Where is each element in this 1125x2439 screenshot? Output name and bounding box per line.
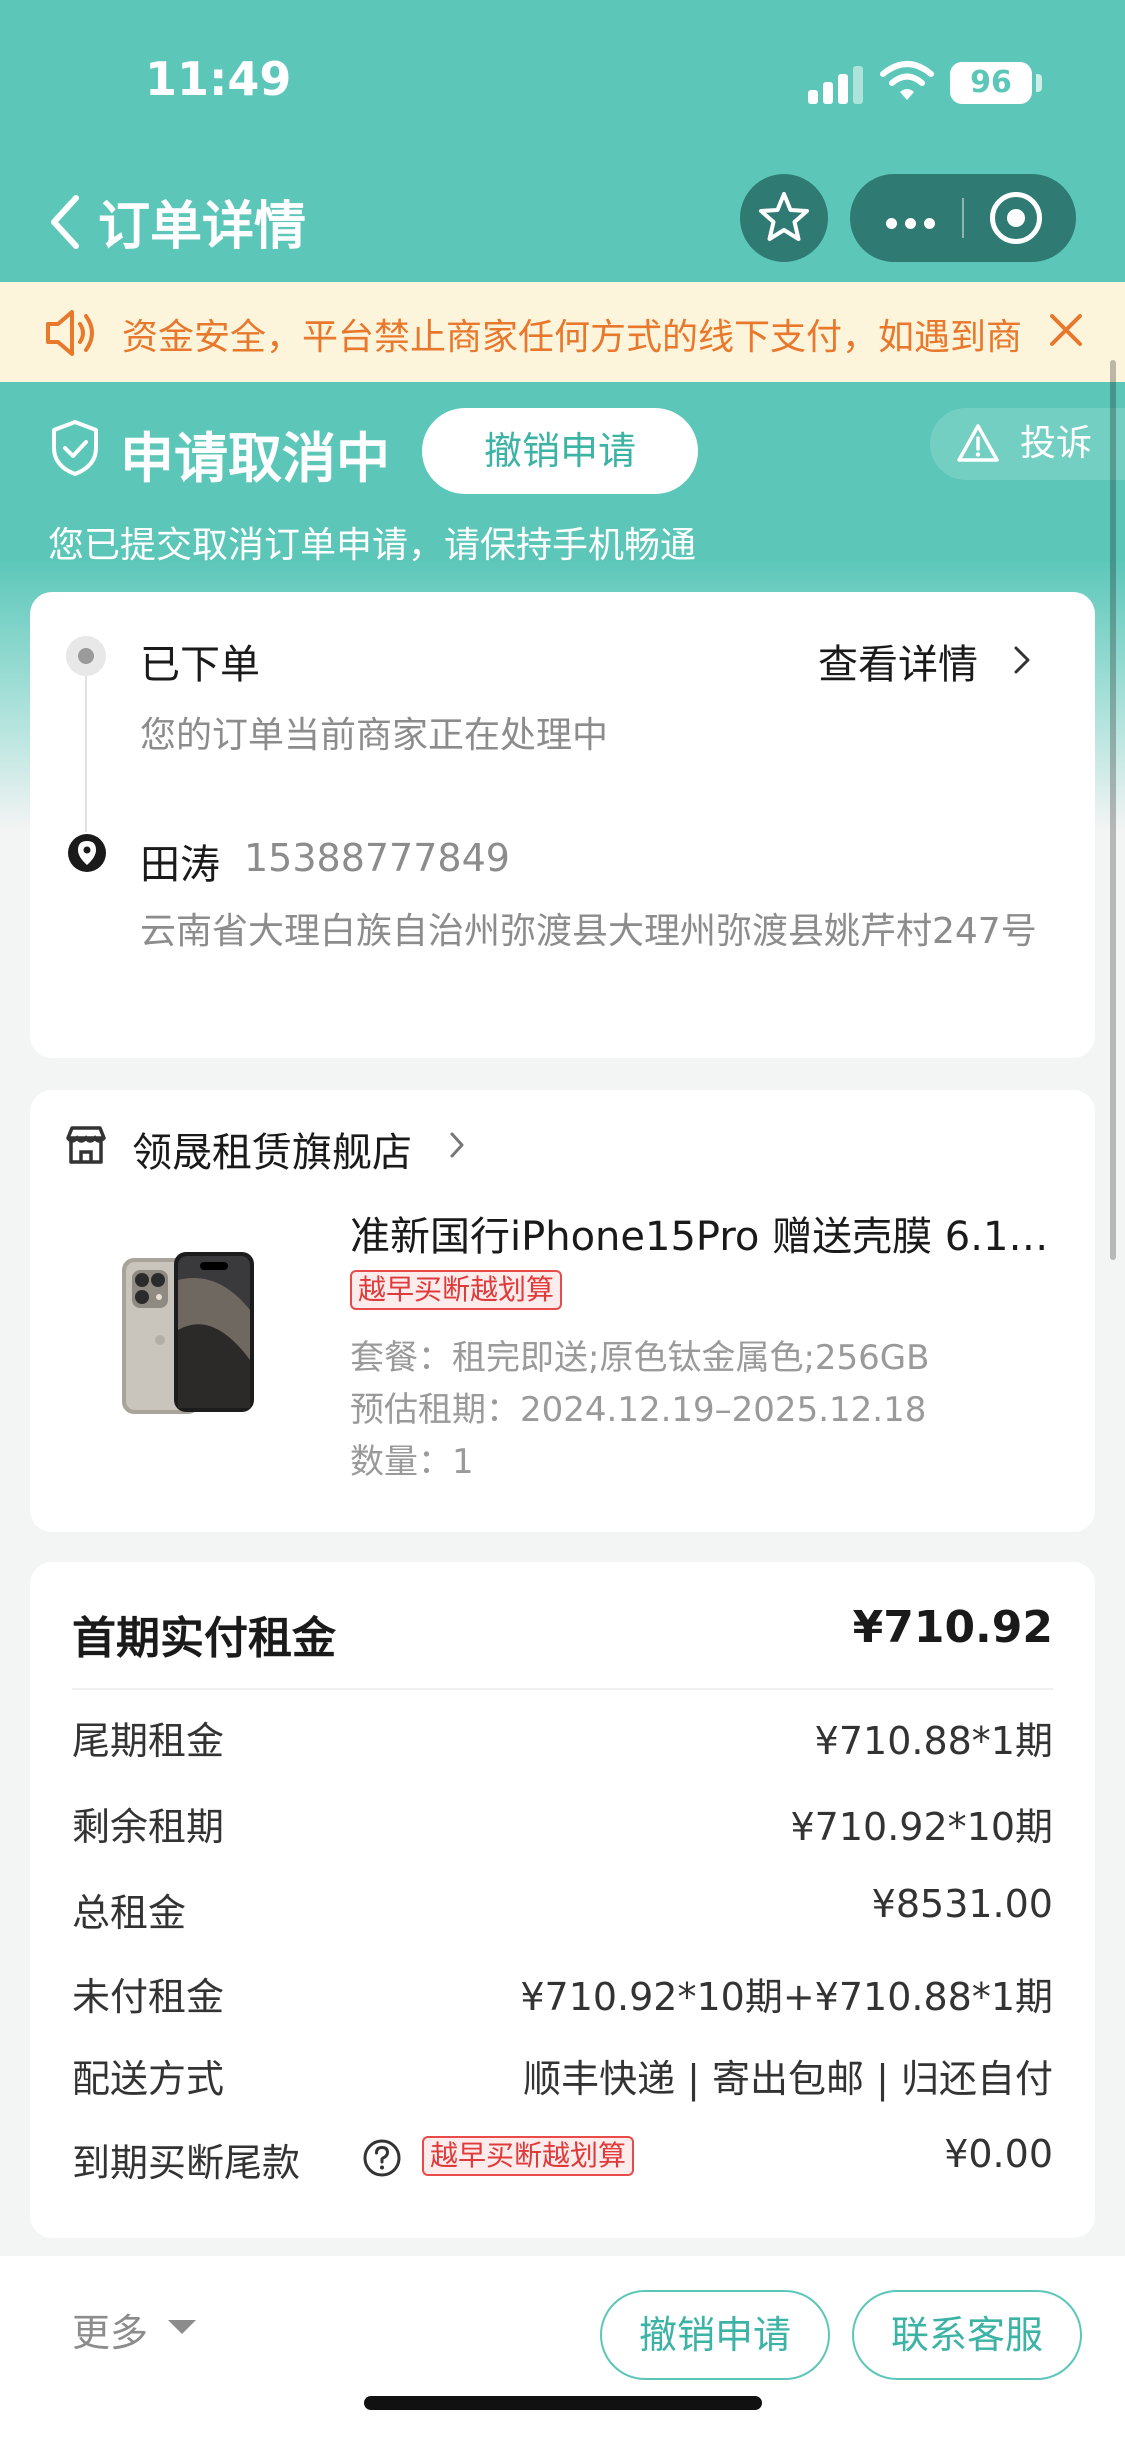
location-pin-icon [68, 834, 106, 872]
back-arrow-icon[interactable] [46, 192, 86, 252]
complain-label: 投诉 [1020, 423, 1093, 464]
close-icon[interactable] [1046, 310, 1086, 350]
close-miniprogram-icon[interactable] [990, 192, 1042, 244]
timeline-line [85, 676, 87, 832]
status-bar: 11:49 96 [0, 0, 1125, 160]
warning-icon [957, 424, 999, 462]
order-progress-card: 已下单 查看详情 您的订单当前商家正在处理中 田涛 15388777849 云南… [30, 592, 1095, 1058]
fee-value: ¥0.00 [944, 2132, 1053, 2176]
home-indicator [364, 2396, 762, 2410]
caret-down-icon[interactable] [168, 2320, 196, 2334]
order-step-desc: 您的订单当前商家正在处理中 [140, 715, 609, 756]
store-name-link[interactable]: 领晟租赁旗舰店 [132, 1120, 412, 1178]
store-icon [66, 1126, 106, 1164]
chevron-right-icon[interactable] [448, 1128, 468, 1162]
buyout-promo-tag: 越早买断越划算 [422, 2136, 635, 2176]
fee-value: ¥8531.00 [871, 1882, 1053, 1926]
order-step-title: 已下单 [140, 642, 260, 688]
view-detail-link[interactable]: 查看详情 [818, 632, 978, 690]
star-icon [759, 192, 809, 241]
complain-button[interactable]: 投诉 [930, 408, 1125, 480]
favorite-button[interactable] [740, 174, 828, 262]
shield-check-icon [52, 420, 98, 476]
fee-label: 尾期租金 [72, 1719, 225, 1763]
fee-row: 总租金 ¥8531.00 [72, 1882, 1053, 1942]
nav-bar: 订单详情 [0, 160, 1125, 280]
fee-row: 尾期租金 ¥710.88*1期 [72, 1710, 1053, 1770]
fee-row: 配送方式 顺丰快递 | 寄出包邮 | 归还自付 [72, 2048, 1053, 2108]
scrollbar[interactable] [1110, 360, 1116, 1260]
divider [72, 1688, 1053, 1690]
product-quantity: 数量：1 [350, 1442, 474, 1482]
product-title[interactable]: 准新国行iPhone15Pro 赠送壳膜 6.1… [350, 1204, 1070, 1262]
speaker-icon [46, 310, 94, 356]
first-rent-label: 首期实付租金 [72, 1613, 336, 1664]
order-status-header: 申请取消中 撤销申请 投诉 您已提交取消订单申请，请保持手机畅通 [0, 400, 1125, 590]
fee-label: 剩余租期 [72, 1805, 225, 1849]
rent-summary-card: 首期实付租金 ¥710.92 尾期租金 ¥710.88*1期 剩余租期 ¥710… [30, 1562, 1095, 2238]
battery-tip [1036, 74, 1042, 92]
receiver-phone: 15388777849 [244, 836, 510, 880]
product-rental-period: 预估租期：2024.12.19–2025.12.18 [350, 1390, 927, 1430]
fee-label: 配送方式 [72, 2057, 225, 2101]
first-rent-value: ¥710.92 [852, 1602, 1053, 1653]
order-status-title: 申请取消中 [120, 427, 390, 490]
miniprogram-capsule [850, 174, 1076, 262]
product-card: 领晟租赁旗舰店 准新国行iPhone15Pro 赠送壳膜 6.1… 越早买断越划… [30, 1090, 1095, 1532]
fee-value: ¥710.88*1期 [814, 1719, 1053, 1763]
chevron-right-icon[interactable] [1010, 642, 1034, 678]
revoke-request-bottom-button[interactable]: 撤销申请 [600, 2290, 830, 2380]
fee-value: ¥710.92*10期 [790, 1805, 1054, 1849]
receiver-address: 云南省大理白族自治州弥渡县大理州弥渡县姚芹村247号 [140, 911, 1037, 952]
fee-row: 未付租金 ¥710.92*10期+¥710.88*1期 [72, 1966, 1053, 2026]
fee-label: 总租金 [72, 1891, 187, 1935]
notice-text: 资金安全，平台禁止商家任何方式的线下支付，如遇到商 [122, 317, 1022, 358]
fee-label: 未付租金 [72, 1975, 225, 2019]
fee-row: 剩余租期 ¥710.92*10期 [72, 1796, 1053, 1856]
product-image[interactable] [118, 1250, 258, 1420]
product-package: 套餐：租完即送;原色钛金属色;256GB [350, 1338, 930, 1378]
wifi-icon [880, 61, 934, 100]
question-circle-icon[interactable] [362, 2138, 402, 2178]
fee-row: 到期买断尾款 越早买断越划算 ¥0.00 [72, 2132, 1053, 2192]
contact-service-button[interactable]: 联系客服 [852, 2290, 1082, 2380]
battery-icon: 96 [950, 62, 1032, 104]
buyout-promo-tag: 越早买断越划算 [350, 1270, 563, 1310]
fee-value: ¥710.92*10期+¥710.88*1期 [520, 1975, 1053, 2019]
revoke-request-button[interactable]: 撤销申请 [422, 408, 698, 494]
cellular-signal-icon [808, 66, 864, 104]
more-dots-icon[interactable] [886, 214, 943, 233]
fee-value: 顺丰快递 | 寄出包邮 | 归还自付 [523, 2057, 1053, 2101]
page-title: 订单详情 [98, 197, 307, 257]
bottom-action-bar: 更多 撤销申请 联系客服 [0, 2256, 1125, 2439]
receiver-name: 田涛 [140, 842, 220, 888]
order-status-subtitle: 您已提交取消订单申请，请保持手机畅通 [48, 525, 697, 566]
capsule-divider [962, 198, 964, 238]
timeline-dot [66, 636, 106, 676]
fee-label: 到期买断尾款 [72, 2141, 301, 2185]
security-notice-bar: 资金安全，平台禁止商家任何方式的线下支付，如遇到商 [0, 282, 1125, 382]
more-menu-button[interactable]: 更多 [72, 2302, 148, 2357]
status-time: 11:49 [145, 52, 292, 106]
